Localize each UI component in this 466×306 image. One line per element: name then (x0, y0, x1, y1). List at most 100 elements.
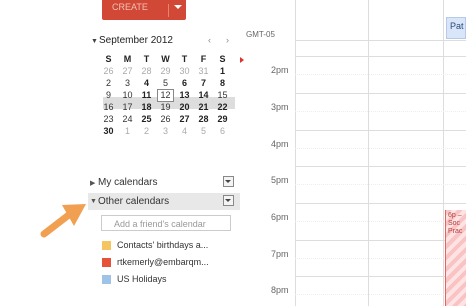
mini-calendar-prev-button[interactable]: ‹ (208, 35, 211, 45)
weekday-label: F (200, 54, 207, 64)
half-hour-line (295, 148, 466, 149)
day-cell[interactable]: 26 (100, 65, 117, 77)
calendar-color-swatch[interactable] (102, 241, 111, 250)
time-column-divider (295, 0, 296, 306)
day-cell[interactable]: 22 (214, 101, 231, 113)
weekday-label: W (161, 54, 170, 64)
event-block[interactable]: Pat (446, 17, 466, 39)
allday-divider (295, 40, 466, 41)
create-dropdown-icon[interactable] (174, 5, 182, 9)
day-cell[interactable]: 27 (176, 113, 193, 125)
current-time-indicator (240, 57, 244, 63)
day-cell[interactable]: 10 (119, 89, 136, 101)
mini-calendar-next-button[interactable]: › (226, 35, 229, 45)
other-calendars-label[interactable]: Other calendars (98, 196, 169, 207)
create-button-separator (168, 4, 169, 17)
day-cell[interactable]: 7 (195, 77, 212, 89)
day-cell[interactable]: 6 (176, 77, 193, 89)
day-cell[interactable]: 8 (214, 77, 231, 89)
day-cell[interactable]: 20 (176, 101, 193, 113)
hour-line (295, 56, 466, 57)
calendar-item-birthdays[interactable]: Contacts' birthdays a... (102, 239, 237, 253)
mini-calendar-title[interactable]: September 2012 (99, 35, 173, 46)
day-cell[interactable]: 5 (195, 125, 212, 137)
calendar-name: rtkemerly@embarqm... (117, 257, 209, 267)
half-hour-line (295, 221, 466, 222)
day-cell[interactable]: 1 (119, 125, 136, 137)
hour-label: 3pm (271, 102, 289, 112)
day-cell[interactable]: 28 (138, 65, 155, 77)
hour-label: 5pm (271, 175, 289, 185)
my-calendars-menu-icon[interactable] (223, 176, 234, 187)
half-hour-line (295, 74, 466, 75)
create-button[interactable]: CREATE (102, 0, 186, 20)
day-view-grid[interactable] (243, 0, 466, 306)
add-friend-calendar-input[interactable]: Add a friend's calendar (101, 215, 231, 231)
day-cell[interactable]: 29 (214, 113, 231, 125)
day-cell[interactable]: 1 (214, 65, 231, 77)
day-cell[interactable]: 27 (119, 65, 136, 77)
day-cell[interactable]: 6 (214, 125, 231, 137)
hour-line (295, 240, 466, 241)
day-cell[interactable]: 11 (138, 89, 155, 101)
day-cell[interactable]: 31 (195, 65, 212, 77)
day-cell[interactable]: 15 (214, 89, 231, 101)
day-cell[interactable]: 16 (100, 101, 117, 113)
day-cell[interactable]: 30 (100, 125, 117, 137)
weekday-label: T (143, 54, 150, 64)
event-block[interactable]: 6p – Soc Prac (445, 210, 466, 306)
collapse-triangle-icon[interactable]: ▼ (91, 38, 98, 45)
weekday-label: S (219, 54, 226, 64)
day-column-divider (443, 0, 444, 306)
hour-label: 8pm (271, 285, 289, 295)
day-cell[interactable]: 9 (100, 89, 117, 101)
collapse-triangle-icon[interactable]: ▼ (90, 198, 97, 205)
half-hour-line (295, 258, 466, 259)
weekday-label: S (105, 54, 112, 64)
my-calendars-label[interactable]: My calendars (98, 177, 157, 188)
my-calendars-section[interactable]: ▶ My calendars (90, 175, 238, 191)
calendar-color-swatch[interactable] (102, 275, 111, 284)
calendar-item-email[interactable]: rtkemerly@embarqm... (102, 256, 237, 270)
calendar-name: US Holidays (117, 274, 167, 284)
day-cell[interactable]: 24 (119, 113, 136, 125)
half-hour-line (295, 184, 466, 185)
calendar-name: Contacts' birthdays a... (117, 240, 209, 250)
hour-line (295, 203, 466, 204)
day-cell[interactable]: 18 (138, 101, 155, 113)
day-column-divider (368, 0, 369, 306)
weekday-label: T (181, 54, 188, 64)
day-cell[interactable]: 2 (100, 77, 117, 89)
expand-triangle-icon[interactable]: ▶ (90, 179, 95, 187)
day-cell[interactable]: 5 (157, 77, 174, 89)
day-cell[interactable]: 3 (119, 77, 136, 89)
calendar-color-swatch[interactable] (102, 258, 111, 267)
hour-line (295, 166, 466, 167)
other-calendars-menu-icon[interactable] (223, 195, 234, 206)
day-cell[interactable]: 4 (176, 125, 193, 137)
day-cell[interactable]: 19 (157, 101, 174, 113)
day-cell[interactable]: 4 (138, 77, 155, 89)
day-cell[interactable]: 3 (157, 125, 174, 137)
day-cell[interactable]: 26 (157, 113, 174, 125)
day-cell[interactable]: 17 (119, 101, 136, 113)
hour-line (295, 93, 466, 94)
day-cell[interactable]: 14 (195, 89, 212, 101)
timezone-label: GMT-05 (246, 30, 275, 39)
day-cell[interactable]: 25 (138, 113, 155, 125)
day-cell[interactable]: 21 (195, 101, 212, 113)
day-cell[interactable]: 13 (176, 89, 193, 101)
calendar-item-us-holidays[interactable]: US Holidays (102, 273, 237, 287)
hour-label: 2pm (271, 65, 289, 75)
annotation-arrow-icon (40, 204, 86, 238)
day-cell[interactable]: 29 (157, 65, 174, 77)
hour-label: 4pm (271, 139, 289, 149)
day-cell[interactable]: 2 (138, 125, 155, 137)
day-cell[interactable]: 30 (176, 65, 193, 77)
hour-label: 6pm (271, 212, 289, 222)
day-cell[interactable]: 23 (100, 113, 117, 125)
other-calendars-section[interactable]: ▼ Other calendars (90, 194, 238, 210)
half-hour-line (295, 111, 466, 112)
hour-line (295, 130, 466, 131)
day-cell[interactable]: 28 (195, 113, 212, 125)
